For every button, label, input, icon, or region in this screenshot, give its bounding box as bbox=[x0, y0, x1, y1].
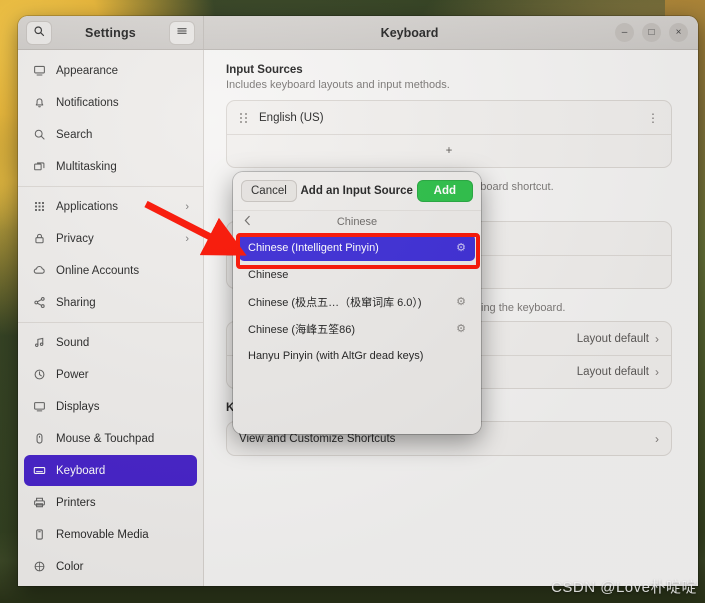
mouse-icon bbox=[32, 431, 47, 446]
sidebar-item-label: Color bbox=[56, 560, 84, 573]
input-source-label: English (US) bbox=[259, 111, 324, 124]
sidebar-item-label: Appearance bbox=[56, 64, 119, 77]
list-item-label: Chinese bbox=[248, 268, 289, 281]
chevron-right-icon: › bbox=[655, 365, 659, 379]
input-source-menu-button[interactable]: ⋮ bbox=[647, 111, 659, 125]
drag-handle-icon[interactable] bbox=[239, 112, 251, 124]
list-item-chinese-intelligent-pinyin[interactable]: Chinese (Intelligent Pinyin) ⚙ bbox=[239, 234, 475, 261]
sidebar-item-multitasking[interactable]: Multitasking bbox=[24, 151, 197, 182]
dialog-title: Add an Input Source bbox=[300, 185, 413, 197]
cloud-icon bbox=[32, 263, 47, 278]
sidebar-item-appearance[interactable]: Appearance bbox=[24, 55, 197, 86]
lock-icon bbox=[32, 231, 47, 246]
sidebar-item-label: Sharing bbox=[56, 296, 96, 309]
typing-row-value: Layout default bbox=[576, 366, 649, 378]
sidebar-item-label: Printers bbox=[56, 496, 96, 509]
list-item-label: Chinese (Intelligent Pinyin) bbox=[248, 241, 379, 254]
search-icon bbox=[33, 24, 45, 42]
sidebar-item-label: Displays bbox=[56, 400, 100, 413]
list-item-label: Hanyu Pinyin (with AltGr dead keys) bbox=[248, 349, 424, 362]
window-header: Keyboard – □ × bbox=[204, 16, 698, 49]
input-source-row[interactable]: English (US) ⋮ bbox=[227, 101, 671, 134]
appearance-icon bbox=[32, 63, 47, 78]
gear-icon[interactable]: ⚙ bbox=[456, 241, 466, 254]
csdn-watermark: CSDN @Love朴啶啶 bbox=[551, 579, 697, 596]
list-item-chinese[interactable]: Chinese bbox=[239, 261, 475, 288]
multitasking-icon bbox=[32, 159, 47, 174]
add-input-source-row[interactable]: + bbox=[227, 134, 671, 167]
sidebar-item-label: Notifications bbox=[56, 96, 119, 109]
sidebar-item-label: Sound bbox=[56, 336, 90, 349]
maximize-button[interactable]: □ bbox=[642, 23, 661, 42]
list-item-hanyu-pinyin-altgr[interactable]: Hanyu Pinyin (with AltGr dead keys) bbox=[239, 342, 475, 369]
switching-row-label: ow bbox=[455, 266, 659, 278]
sidebar-item-label: Power bbox=[56, 368, 89, 381]
shortcuts-row-label: View and Customize Shortcuts bbox=[239, 432, 396, 445]
sidebar-item-sharing[interactable]: Sharing bbox=[24, 287, 197, 318]
sidebar-item-region-language[interactable]: Region & Language bbox=[24, 583, 197, 586]
printer-icon bbox=[32, 495, 47, 510]
sidebar-item-mouse-touchpad[interactable]: Mouse & Touchpad bbox=[24, 423, 197, 454]
list-item-label: Chinese (极点五…（极窜词库 6.0）) bbox=[248, 296, 422, 309]
sidebar-item-printers[interactable]: Printers bbox=[24, 487, 197, 518]
keyboard-icon bbox=[32, 463, 47, 478]
gear-icon[interactable]: ⚙ bbox=[456, 295, 466, 308]
sidebar-item-removable-media[interactable]: Removable Media bbox=[24, 519, 197, 550]
dialog-group-label: Chinese bbox=[336, 215, 378, 228]
search-icon bbox=[32, 127, 47, 142]
hamburger-icon bbox=[176, 24, 188, 42]
input-sources-section: Input Sources Includes keyboard layouts … bbox=[226, 64, 672, 168]
grid-icon bbox=[32, 199, 47, 214]
sidebar-separator bbox=[18, 322, 203, 323]
sidebar-item-label: Multitasking bbox=[56, 160, 117, 173]
list-item-label: Chinese (海峰五筌86) bbox=[248, 323, 355, 336]
power-icon bbox=[32, 367, 47, 382]
display-icon bbox=[32, 399, 47, 414]
sidebar-item-label: Mouse & Touchpad bbox=[56, 432, 155, 445]
sidebar-item-displays[interactable]: Displays bbox=[24, 391, 197, 422]
sidebar-item-label: Search bbox=[56, 128, 93, 141]
typing-subtitle-tail: ing the keyboard. bbox=[481, 302, 566, 314]
add-button[interactable]: Add bbox=[416, 180, 473, 202]
sidebar-item-search[interactable]: Search bbox=[24, 119, 197, 150]
sidebar-item-keyboard[interactable]: Keyboard bbox=[24, 455, 197, 486]
sidebar-title: Settings bbox=[85, 25, 136, 40]
minimize-button[interactable]: – bbox=[615, 23, 634, 42]
annotation-arrow bbox=[140, 192, 250, 267]
sidebar-header: Settings bbox=[18, 16, 204, 49]
search-button[interactable] bbox=[26, 20, 52, 45]
list-item-chinese-jidian-wubi[interactable]: Chinese (极点五…（极窜词库 6.0）) ⚙ bbox=[239, 288, 475, 315]
sound-icon bbox=[32, 335, 47, 350]
gear-icon[interactable]: ⚙ bbox=[456, 322, 466, 335]
chevron-right-icon: › bbox=[655, 431, 659, 446]
sidebar-item-label: Keyboard bbox=[56, 464, 106, 477]
page-title: Keyboard bbox=[380, 25, 439, 40]
sidebar-item-sound[interactable]: Sound bbox=[24, 327, 197, 358]
sidebar-item-label: Removable Media bbox=[56, 528, 149, 541]
list-item-chinese-haifeng-wubi86[interactable]: Chinese (海峰五筌86) ⚙ bbox=[239, 315, 475, 342]
window-controls: – □ × bbox=[615, 23, 688, 42]
sidebar-separator bbox=[18, 186, 203, 187]
bell-icon bbox=[32, 95, 47, 110]
removable-media-icon bbox=[32, 527, 47, 542]
settings-sidebar[interactable]: Appearance Notifications Search Multitas… bbox=[18, 50, 204, 586]
dialog-subheader: Chinese bbox=[233, 210, 481, 232]
dialog-header: Cancel Add an Input Source Add bbox=[233, 172, 481, 210]
input-sources-card: English (US) ⋮ + bbox=[226, 100, 672, 168]
chevron-right-icon: › bbox=[655, 331, 659, 346]
close-button[interactable]: × bbox=[669, 23, 688, 42]
add-input-source-dialog: Cancel Add an Input Source Add Chinese C… bbox=[233, 172, 481, 434]
typing-row-value: Layout default bbox=[576, 332, 649, 345]
color-icon bbox=[32, 559, 47, 574]
input-source-list[interactable]: Chinese (Intelligent Pinyin) ⚙ Chinese C… bbox=[233, 232, 481, 434]
share-icon bbox=[32, 295, 47, 310]
input-sources-title: Input Sources bbox=[226, 64, 303, 76]
sidebar-item-color[interactable]: Color bbox=[24, 551, 197, 582]
sidebar-item-notifications[interactable]: Notifications bbox=[24, 87, 197, 118]
window-titlebar: Settings Keyboard – □ × bbox=[18, 16, 698, 50]
sidebar-item-power[interactable]: Power bbox=[24, 359, 197, 390]
input-sources-subtitle: Includes keyboard layouts and input meth… bbox=[226, 79, 450, 91]
main-menu-button[interactable] bbox=[169, 20, 195, 45]
